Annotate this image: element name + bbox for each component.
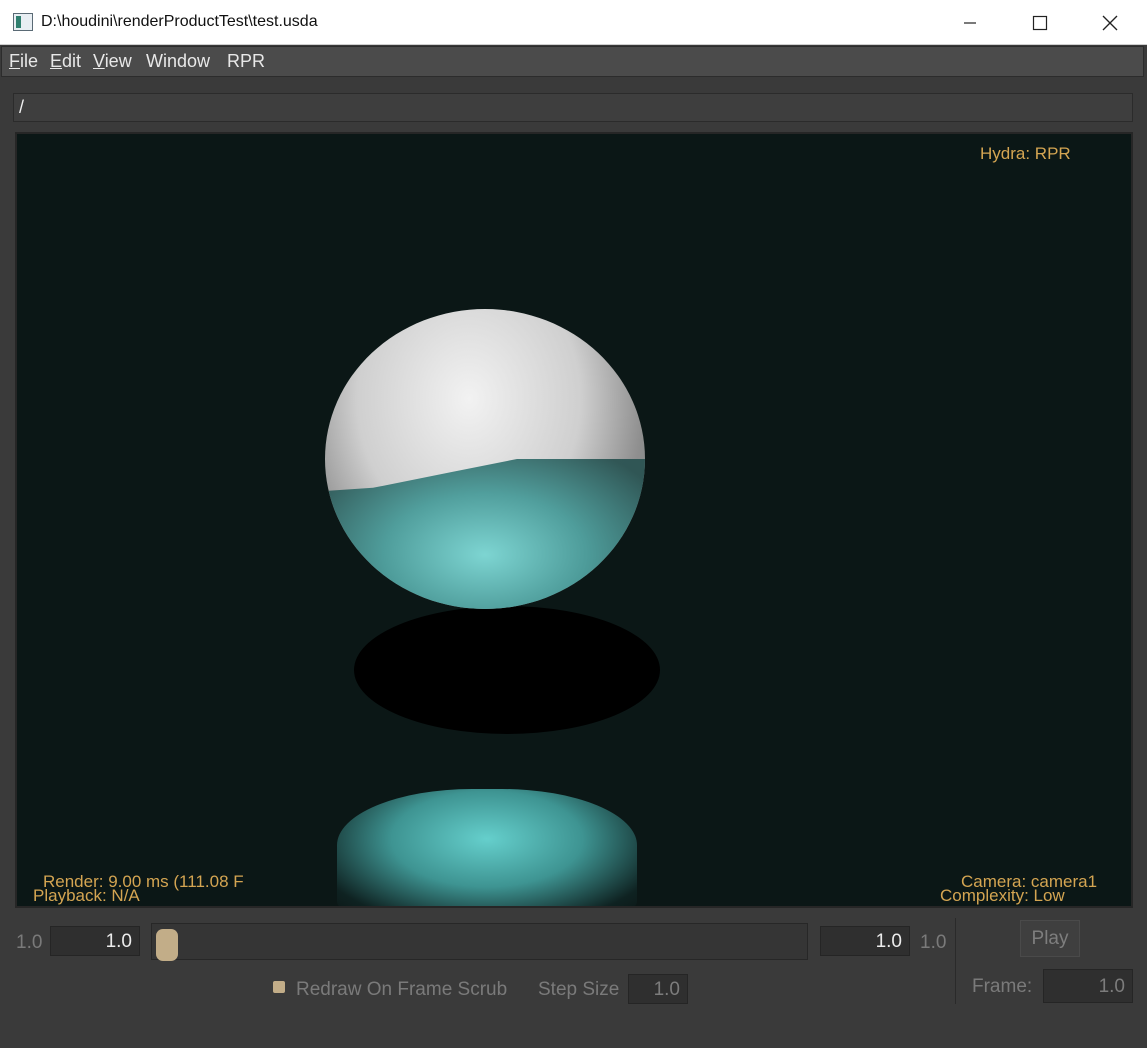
frame-slider-handle[interactable] <box>156 929 178 961</box>
playback-status: Playback: N/A <box>33 886 140 905</box>
maximize-button[interactable] <box>1005 0 1075 45</box>
controls-divider <box>955 918 956 1004</box>
menu-bar: File Edit View Window RPR <box>1 46 1144 77</box>
maximize-icon <box>1032 15 1048 30</box>
complexity-label: Complexity: Low <box>940 886 1065 905</box>
step-size-field[interactable]: 1.0 <box>628 974 688 1004</box>
rendered-sphere <box>325 309 645 609</box>
menu-rpr[interactable]: RPR <box>227 51 265 72</box>
prim-path-field[interactable]: / <box>13 93 1133 122</box>
title-bar: D:\houdini\renderProductTest\test.usda <box>0 0 1147 45</box>
start-frame-field[interactable]: 1.0 <box>50 926 140 956</box>
redraw-on-scrub-checkbox[interactable] <box>273 981 285 993</box>
end-frame-label: 1.0 <box>920 932 947 953</box>
redraw-on-scrub-label: Redraw On Frame Scrub <box>296 979 508 1000</box>
close-button[interactable] <box>1075 0 1145 45</box>
frame-label: Frame: <box>972 976 1033 997</box>
menu-file[interactable]: File <box>9 51 38 72</box>
close-icon <box>1102 15 1118 30</box>
sphere-reflection <box>337 789 637 906</box>
prim-path-value: / <box>19 97 25 117</box>
minimize-icon <box>964 21 976 24</box>
end-frame-field[interactable]: 1.0 <box>820 926 910 956</box>
sphere-noise-region <box>325 459 645 609</box>
start-frame-label: 1.0 <box>16 932 43 953</box>
menu-view[interactable]: View <box>93 51 132 72</box>
sphere-shadow <box>354 606 660 734</box>
app-icon <box>13 13 33 31</box>
minimize-button[interactable] <box>935 0 1005 45</box>
play-button[interactable]: Play <box>1020 920 1080 957</box>
frame-slider[interactable] <box>151 923 808 961</box>
renderer-label: Hydra: RPR <box>980 144 1071 163</box>
step-size-label: Step Size <box>538 979 620 1000</box>
current-frame-field[interactable]: 1.0 <box>1043 969 1133 1003</box>
window-title: D:\houdini\renderProductTest\test.usda <box>41 13 318 30</box>
timeline-controls: 1.0 1.0 1.0 1.0 Play Redraw On Frame Scr… <box>0 910 1147 1048</box>
menu-window[interactable]: Window <box>146 51 210 72</box>
render-viewport[interactable]: Hydra: RPR Render: 9.00 ms (111.08 F Pla… <box>15 132 1133 908</box>
menu-edit[interactable]: Edit <box>50 51 81 72</box>
